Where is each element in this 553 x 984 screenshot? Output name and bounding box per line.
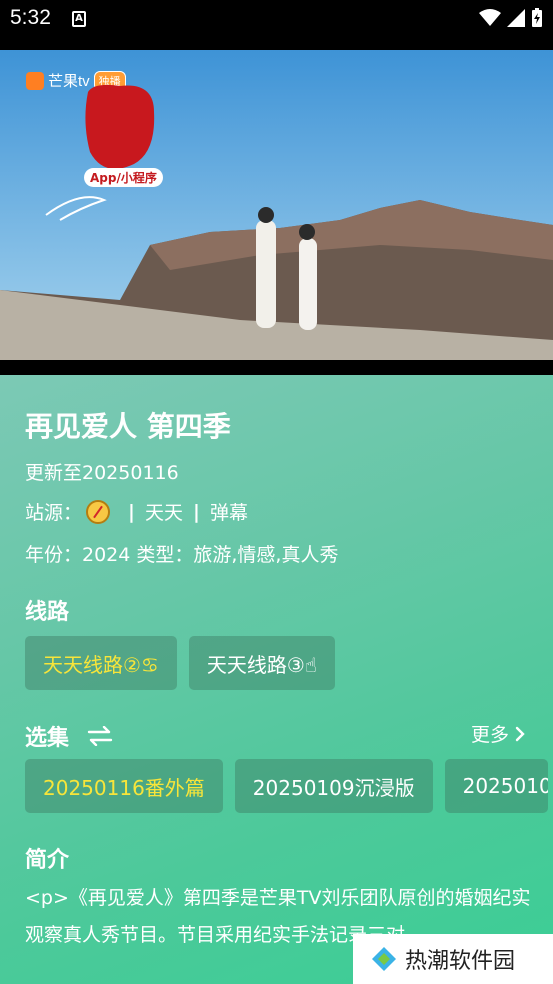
routes-heading: 线路: [25, 600, 70, 625]
intro-heading: 简介: [25, 848, 70, 873]
status-bar: 5:32 A: [0, 0, 553, 38]
episode-chip[interactable]: 20250109沉浸版: [234, 759, 433, 813]
status-spacer: [0, 38, 553, 50]
video-frame: [0, 50, 553, 360]
more-button[interactable]: 更多: [471, 720, 525, 747]
separator: |: [128, 500, 135, 523]
site-watermark: 热潮软件园: [353, 934, 553, 984]
battery-charging-icon: [532, 8, 542, 27]
show-title: 再见爱人 第四季: [25, 410, 231, 443]
watermark-text: 热潮软件园: [405, 949, 516, 974]
more-label: 更多: [470, 724, 509, 746]
chevron-right-icon: [515, 726, 525, 741]
episodes-header: 选集: [25, 720, 113, 752]
route-list: 天天线路②♋ 天天线路③☝: [25, 636, 335, 690]
route-chip[interactable]: 天天线路③☝: [188, 636, 335, 690]
episodes-heading: 选集: [25, 726, 70, 751]
episode-chip[interactable]: 2025010: [444, 759, 548, 813]
danmaku-toggle[interactable]: 弹幕: [210, 498, 248, 525]
notification-icon: A: [72, 11, 86, 27]
source-row: 站源： | 天天 | 弹幕: [25, 498, 248, 525]
update-status: 更新至20250116: [25, 462, 179, 484]
program-seal: [85, 84, 155, 169]
signal-icon: [507, 9, 525, 27]
episode-chip[interactable]: 20250116番外篇: [25, 759, 223, 813]
compass-icon: [86, 499, 111, 524]
watermark-logo-icon: [372, 947, 396, 971]
system-icons: [479, 8, 543, 28]
app-badge: App/小程序: [84, 168, 163, 187]
source-name[interactable]: 天天: [145, 498, 183, 525]
year-type-row: 年份：2024 类型：旅游,情感,真人秀: [25, 544, 339, 566]
separator: |: [192, 500, 200, 523]
mango-icon: [26, 71, 44, 90]
episode-list: 20250116番外篇 20250109沉浸版 2025010: [25, 759, 548, 813]
swap-order-icon[interactable]: [87, 726, 113, 746]
details-panel: 再见爱人 第四季 更新至20250116 站源： | 天天 | 弹幕 年份：20…: [0, 375, 553, 984]
player-bottom-bar: [0, 360, 553, 375]
status-time: 5:32: [10, 6, 51, 29]
wifi-icon: [479, 9, 501, 26]
route-chip[interactable]: 天天线路②♋: [25, 636, 177, 690]
source-label: 站源：: [25, 502, 83, 524]
video-player[interactable]: 芒果tv 独播 App/小程序: [0, 50, 553, 360]
